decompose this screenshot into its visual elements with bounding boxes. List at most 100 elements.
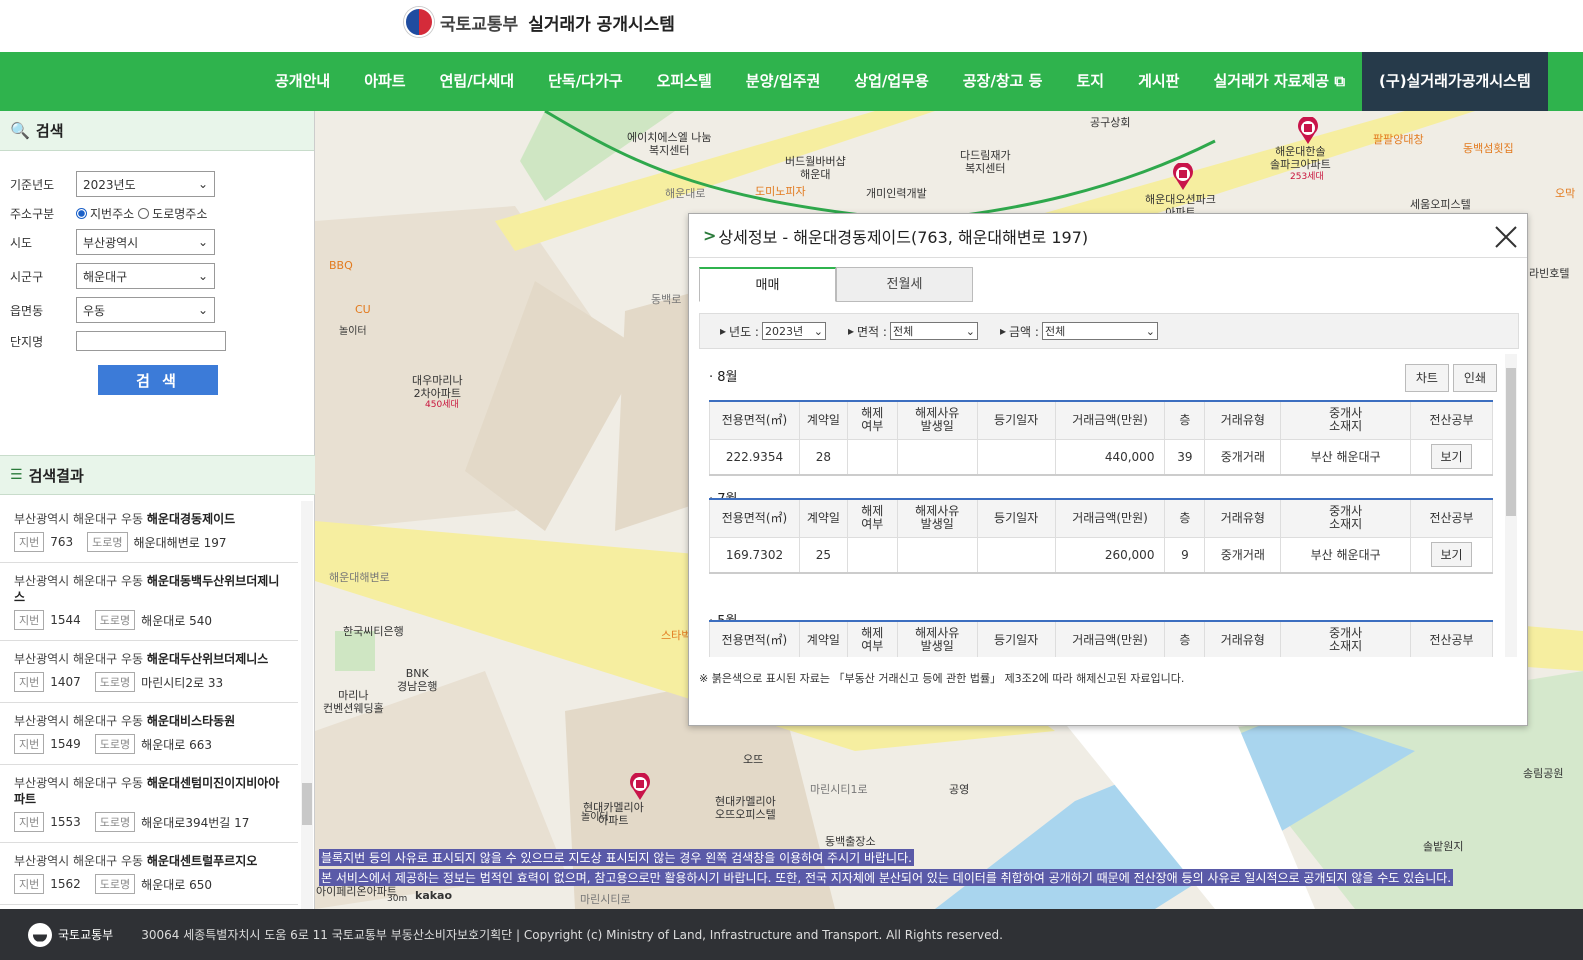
results-title: 검색결과 (28, 466, 84, 485)
dong-value: 우동 (83, 303, 106, 318)
results-scroll-thumb[interactable] (302, 783, 312, 825)
cell-cancel (846, 536, 898, 574)
ministry-emblem-icon (28, 922, 52, 947)
nav-item-info[interactable]: 공개안내 (258, 52, 347, 111)
col-header: 계약일 (798, 400, 848, 440)
map-label: 해운대해변로 (329, 571, 390, 584)
filter-area-value: 전체 (892, 325, 914, 338)
view-button[interactable]: 보기 (1431, 444, 1472, 470)
item-jibun: 763 (50, 535, 74, 549)
col-header: 전산공부 (1410, 620, 1493, 657)
col-header: 거래금액(만원) (1054, 620, 1166, 657)
cell-price: 440,000 (1054, 438, 1166, 476)
map-label: 놀이터 (581, 812, 609, 823)
map-label: 마린시티1로 (810, 783, 868, 796)
cell-area: 169.7302 (709, 536, 800, 574)
filter-price-select[interactable]: 전체 ⌄ (1041, 322, 1158, 340)
map-label: 에이치에스엘 나눔 복지센터 (627, 131, 712, 157)
nav-item-detached[interactable]: 단독/다가구 (531, 52, 639, 111)
col-header: 등기일자 (976, 620, 1056, 657)
jibun-tag: 지번 (14, 874, 45, 894)
complex-input[interactable] (76, 331, 226, 351)
item-prefix: 부산광역시 해운대구 우동 (14, 574, 147, 588)
site-logo[interactable]: 국토교통부 실거래가 공개시스템 (404, 7, 675, 37)
col-header: 중개사 소재지 (1280, 400, 1412, 440)
year-select[interactable]: 2023년도 ⌄ (76, 171, 215, 197)
col-header: 해제사유 발생일 (896, 400, 978, 440)
sido-value: 부산광역시 (83, 235, 139, 250)
results-scrollbar[interactable] (301, 501, 313, 909)
filter-year-label: 년도 : (729, 324, 759, 339)
list-item[interactable]: 부산광역시 해운대구 우동 해운대동백두산위브더제니스 지번 1544 도로명 해운대… (0, 563, 298, 641)
nav-item-multiplex[interactable]: 연립/다세대 (423, 52, 531, 111)
month-section: · 7월 전용면적(㎡) 계약일 해제 여부 해제사유 발생일 등기일자 거래금… (699, 476, 1519, 598)
dong-select[interactable]: 우동 ⌄ (76, 297, 215, 323)
item-name[interactable]: 해운대경동제이드 (147, 512, 235, 526)
chart-button[interactable]: 차트 (1404, 364, 1449, 392)
col-header: 해제사유 발생일 (896, 498, 978, 538)
close-icon[interactable] (1493, 224, 1519, 250)
filter-year-select[interactable]: 2023년 ⌄ (761, 322, 826, 340)
map-label: 253세대 (1290, 172, 1324, 182)
nav-item-officetel[interactable]: 오피스텔 (640, 52, 729, 111)
search-title: 검색 (35, 122, 64, 140)
col-header: 해제사유 발생일 (896, 620, 978, 657)
filter-price-value: 전체 (1044, 325, 1066, 338)
results-list: 부산광역시 해운대구 우동 해운대경동제이드 지번 763 도로명 해운대해변로 19… (0, 501, 298, 905)
radio-road[interactable] (138, 207, 150, 219)
apartment-marker-icon[interactable] (1171, 163, 1195, 191)
print-button[interactable]: 인쇄 (1452, 364, 1497, 392)
radio-jibun[interactable] (76, 207, 87, 219)
item-name[interactable]: 해운대두산위브더제니스 (147, 652, 268, 666)
cell-agent: 부산 해운대구 (1280, 536, 1412, 574)
tab-rent[interactable]: 전월세 (836, 267, 973, 302)
logo-org: 국토교통부 (440, 14, 519, 35)
col-header: 중개사 소재지 (1280, 620, 1412, 657)
sidebar: 🔍 검색 기준년도 2023년도 ⌄ 주소구분 지번주소 도로명주소 시도 부산광… (0, 111, 315, 909)
map-label: BNK 경남은행 (397, 667, 438, 693)
map-label: 대우마리나 2차아파트 (412, 374, 463, 400)
sigungu-select[interactable]: 해운대구 ⌄ (76, 263, 215, 289)
tab-sale[interactable]: 매매 (699, 267, 836, 302)
nav-data-label: 실거래가 자료제공 (1213, 72, 1330, 90)
nav-item-board[interactable]: 게시판 (1121, 52, 1196, 111)
addr-type-label: 주소구분 (10, 206, 55, 221)
map-scale-label: 30m (387, 894, 408, 904)
nav-item-land[interactable]: 토지 (1059, 52, 1121, 111)
list-item[interactable]: 부산광역시 해운대구 우동 해운대경동제이드 지번 763 도로명 해운대해변로 19… (0, 501, 298, 563)
nav-item-old-system[interactable]: (구)실거래가공개시스템 (1362, 52, 1548, 111)
list-item[interactable]: 부산광역시 해운대구 우동 해운대비스타동원 지번 1549 도로명 해운대로 663 (0, 703, 298, 765)
nav-item-apartment[interactable]: 아파트 (347, 52, 422, 111)
chevron-down-icon: ⌄ (813, 324, 823, 338)
list-item[interactable]: 부산광역시 해운대구 우동 해운대두산위브더제니스 지번 1407 도로명 마린시티2… (0, 641, 298, 703)
apartment-marker-icon[interactable] (1296, 117, 1320, 145)
nav-item-data[interactable]: 실거래가 자료제공 ⧉ (1196, 52, 1362, 111)
apartment-marker-icon[interactable] (628, 773, 652, 801)
col-header: 거래금액(만원) (1054, 498, 1166, 538)
map-label: 공구상회 (1090, 116, 1131, 129)
nav-item-factory[interactable]: 공장/창고 등 (946, 52, 1060, 111)
dialog-scrollbar[interactable] (1505, 354, 1517, 657)
col-header: 전산공부 (1410, 400, 1493, 440)
jibun-tag: 지번 (14, 610, 45, 630)
filter-area-select[interactable]: 전체 ⌄ (889, 322, 978, 340)
view-button[interactable]: 보기 (1431, 542, 1472, 568)
col-header: 등기일자 (976, 400, 1056, 440)
item-prefix: 부산광역시 해운대구 우동 (14, 776, 147, 790)
item-name[interactable]: 해운대비스타동원 (147, 714, 235, 728)
item-prefix: 부산광역시 해운대구 우동 (14, 652, 147, 666)
map-label: 송림공원 (1523, 767, 1564, 780)
month-title: · 8월 (709, 370, 738, 385)
nav-item-commercial[interactable]: 상업/업무용 (837, 52, 945, 111)
filter-year-value: 2023년 (764, 325, 804, 338)
map-label: 놀이터 (339, 326, 367, 337)
nav-item-presale[interactable]: 분양/입주권 (729, 52, 837, 111)
sido-select[interactable]: 부산광역시 ⌄ (76, 229, 215, 255)
dialog-scroll-thumb[interactable] (1506, 368, 1516, 516)
map-label: 다드림재가 복지센터 (960, 149, 1011, 175)
list-item[interactable]: 부산광역시 해운대구 우동 해운대센트럴푸르지오 지번 1562 도로명 해운대로 6… (0, 843, 298, 905)
list-item[interactable]: 부산광역시 해운대구 우동 해운대센텀미진이지비아아파트 지번 1553 도로명 해운… (0, 765, 298, 843)
month-title-text: 8월 (717, 370, 738, 385)
item-name[interactable]: 해운대센트럴푸르지오 (147, 854, 257, 868)
search-button[interactable]: 검 색 (98, 365, 218, 395)
